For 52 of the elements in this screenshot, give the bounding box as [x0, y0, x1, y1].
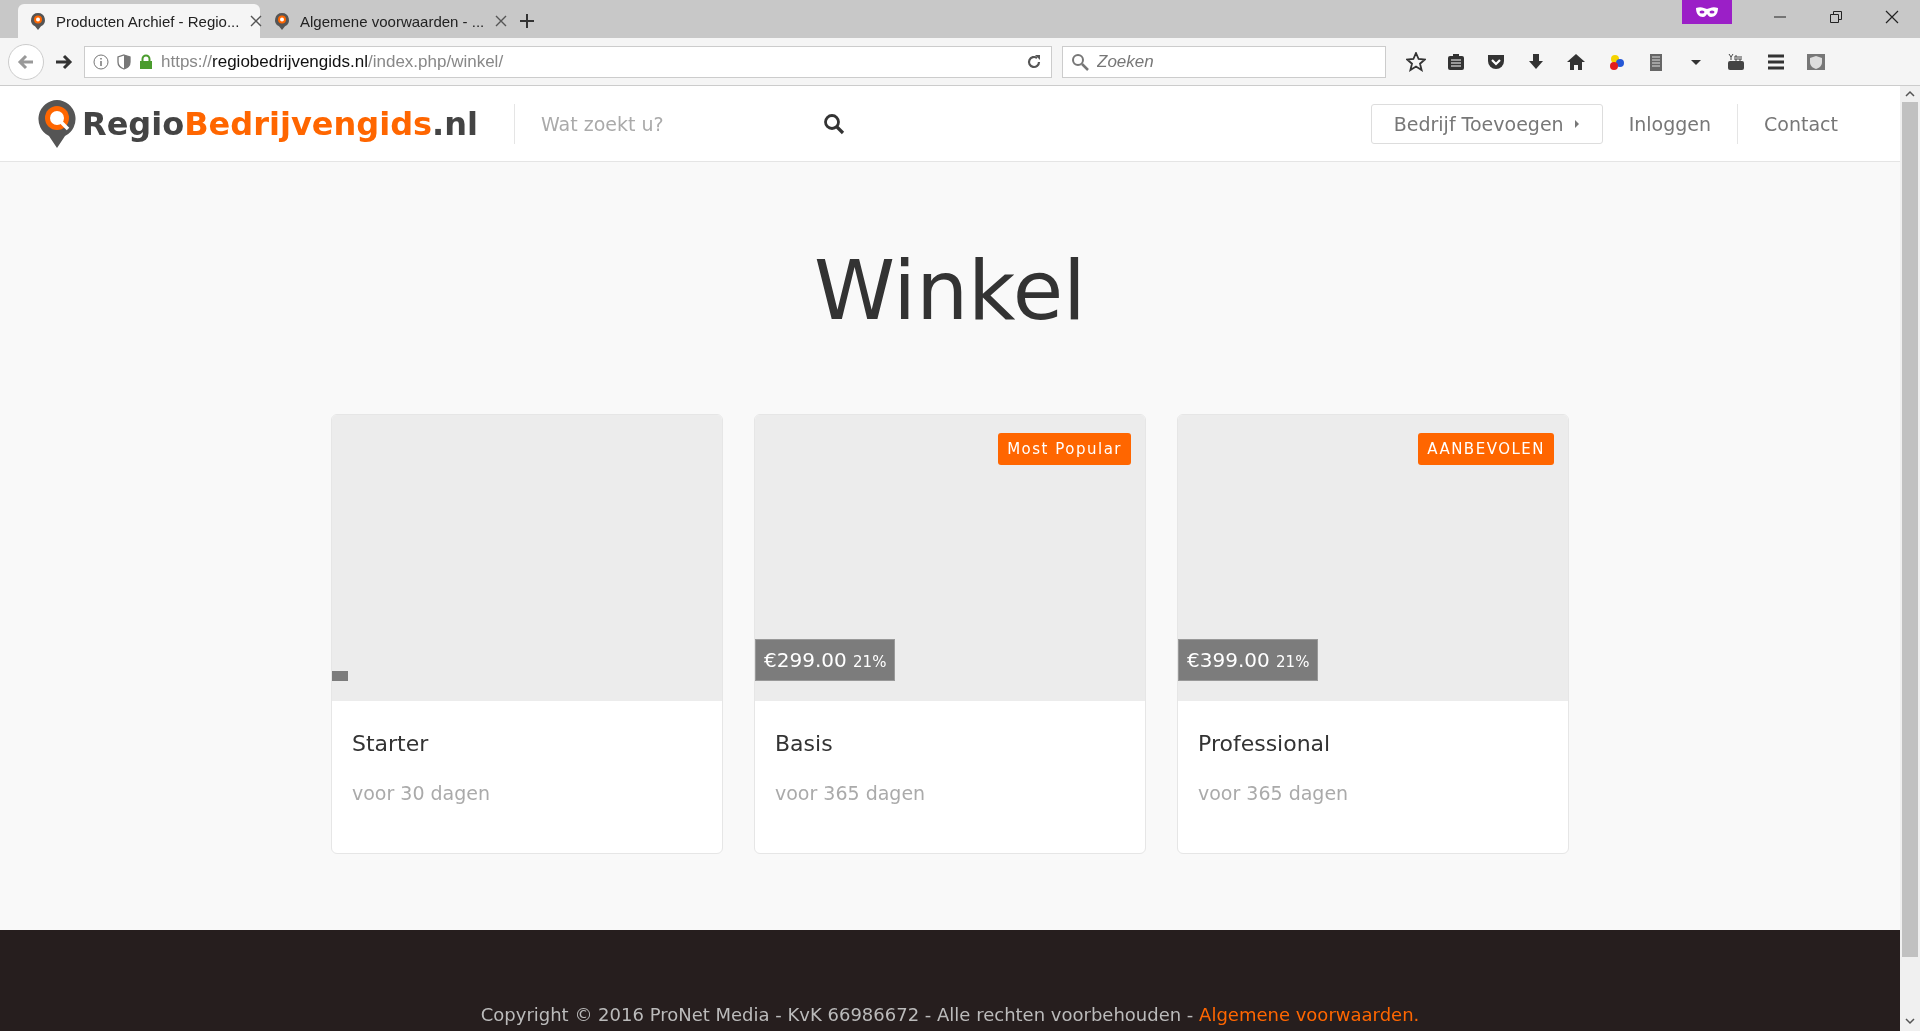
product-card[interactable]: Starter voor 30 dagen [331, 414, 723, 854]
product-badge: Most Popular [998, 433, 1131, 465]
map-pin-icon [30, 12, 46, 30]
reload-icon[interactable] [1025, 52, 1043, 71]
search-field[interactable]: Zoeken [1095, 50, 1359, 73]
product-duration: voor 365 dagen [775, 782, 927, 804]
terms-link[interactable]: Algemene voorwaarden. [1199, 1004, 1420, 1025]
nav-link[interactable]: Contact [1737, 103, 1838, 144]
map-pin-logo-icon[interactable] [36, 98, 78, 149]
product-duration: voor 30 dagen [352, 782, 492, 804]
home-icon[interactable] [1566, 51, 1586, 72]
browser-tab[interactable]: Producten Archief - Regio... [18, 4, 260, 38]
price-tag: €399.00 21% [1178, 639, 1319, 681]
caret-icon [1573, 118, 1580, 129]
scroll-up-icon[interactable] [1905, 90, 1915, 98]
search-bar[interactable]: Zoeken [1062, 45, 1386, 78]
nav-link[interactable]: Inloggen [1602, 103, 1738, 144]
search-icon[interactable] [823, 112, 845, 135]
close-icon[interactable] [1885, 10, 1899, 24]
price-tag: €299.00 21% [755, 639, 896, 681]
shield-icon[interactable] [117, 53, 131, 70]
close-icon[interactable] [249, 14, 264, 28]
close-icon[interactable] [494, 14, 509, 28]
star-icon[interactable] [1406, 51, 1426, 72]
map-pin-icon [274, 12, 290, 30]
product-card[interactable]: AANBEVOLEN €399.00 21% Professional voor 365 dagen [1177, 414, 1569, 854]
private-mask-icon [1682, 0, 1732, 24]
product-name: Starter [352, 731, 430, 756]
page-title: Winkel [814, 250, 1086, 332]
search-icon [1071, 52, 1089, 71]
browser-tab[interactable]: Algemene voorwaarden - ... [262, 4, 504, 38]
reading-list-icon[interactable] [1446, 51, 1466, 72]
scroll-down-icon[interactable] [1905, 1017, 1915, 1025]
info-icon[interactable] [93, 53, 109, 70]
url-text: https://regiobedrijvengids.nl/index.php/winkel/ [161, 51, 505, 72]
back-arrow-icon[interactable] [17, 52, 35, 71]
video-site-icon[interactable] [1726, 51, 1746, 72]
add-company-button[interactable]: Bedrijf Toevoegen [1370, 103, 1603, 144]
product-card[interactable]: Most Popular €299.00 21% Basis voor 365 dagen [754, 414, 1146, 854]
padlock-icon [139, 53, 153, 70]
new-tab-icon[interactable] [518, 12, 536, 30]
site-logo[interactable]: RegioBedrijvengids.nl [82, 104, 478, 143]
restore-icon[interactable] [1829, 10, 1843, 24]
product-badge: AANBEVOLEN [1418, 433, 1554, 465]
product-name: Professional [1198, 731, 1332, 756]
empty-price-tag [332, 671, 348, 681]
address-bar[interactable]: https://regiobedrijvengids.nl/index.php/winkel/ [84, 45, 1052, 78]
shield-extension-icon[interactable] [1806, 51, 1826, 72]
product-duration: voor 365 dagen [1198, 782, 1350, 804]
scrollbar[interactable] [1900, 86, 1920, 1031]
copyright-text: Copyright © 2016 ProNet Media - KvK 66986672 - Alle rechten voorbehouden - Algemene voorwaarden. [480, 1004, 1420, 1025]
product-name: Basis [775, 731, 834, 756]
